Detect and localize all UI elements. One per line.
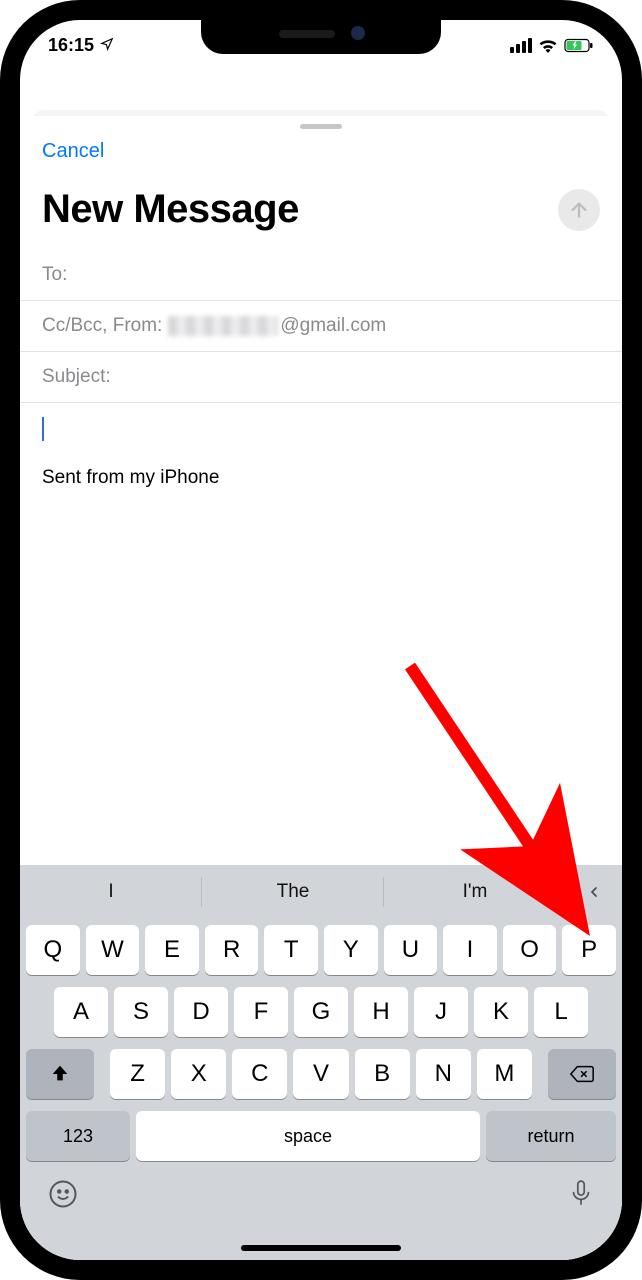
- format-bar-toggle[interactable]: [566, 865, 622, 919]
- shift-key[interactable]: [26, 1049, 94, 1099]
- key-f[interactable]: F: [234, 987, 288, 1037]
- key-p[interactable]: P: [562, 925, 616, 975]
- key-j[interactable]: J: [414, 987, 468, 1037]
- emoji-key[interactable]: [48, 1179, 78, 1212]
- key-u[interactable]: U: [384, 925, 438, 975]
- key-w[interactable]: W: [86, 925, 140, 975]
- key-q[interactable]: Q: [26, 925, 80, 975]
- signature-text: Sent from my iPhone: [42, 467, 600, 489]
- key-r[interactable]: R: [205, 925, 259, 975]
- status-time: 16:15: [48, 35, 94, 56]
- key-a[interactable]: A: [54, 987, 108, 1037]
- text-cursor: [42, 417, 44, 441]
- suggestion-1[interactable]: I: [20, 865, 202, 919]
- to-label: To:: [42, 264, 67, 286]
- cancel-button[interactable]: Cancel: [42, 140, 104, 163]
- redacted-email-user: [168, 316, 278, 336]
- suggestion-bar: I The I'm: [20, 865, 622, 919]
- from-value: @gmail.com: [168, 315, 386, 337]
- key-o[interactable]: O: [503, 925, 557, 975]
- key-e[interactable]: E: [145, 925, 199, 975]
- suggestion-2[interactable]: The: [202, 865, 384, 919]
- phone-screen: 16:15: [20, 20, 622, 1260]
- dictation-key[interactable]: [568, 1179, 594, 1212]
- key-h[interactable]: H: [354, 987, 408, 1037]
- battery-icon: [564, 38, 594, 53]
- key-b[interactable]: B: [355, 1049, 410, 1099]
- key-x[interactable]: X: [171, 1049, 226, 1099]
- space-key[interactable]: space: [136, 1111, 480, 1161]
- compose-sheet: Cancel New Message To: Cc/Bcc, From: @gm…: [20, 116, 622, 1260]
- subject-label: Subject:: [42, 366, 111, 388]
- key-l[interactable]: L: [534, 987, 588, 1037]
- phone-notch: [201, 20, 441, 54]
- subject-field[interactable]: Subject:: [20, 352, 622, 403]
- message-body[interactable]: Sent from my iPhone: [20, 403, 622, 503]
- key-s[interactable]: S: [114, 987, 168, 1037]
- key-m[interactable]: M: [477, 1049, 532, 1099]
- suggestion-3[interactable]: I'm: [384, 865, 566, 919]
- backspace-key[interactable]: [548, 1049, 616, 1099]
- key-i[interactable]: I: [443, 925, 497, 975]
- key-z[interactable]: Z: [110, 1049, 165, 1099]
- send-button[interactable]: [558, 189, 600, 231]
- page-title: New Message: [42, 187, 299, 232]
- location-icon: [100, 35, 114, 56]
- wifi-icon: [538, 38, 558, 53]
- key-t[interactable]: T: [264, 925, 318, 975]
- return-key[interactable]: return: [486, 1111, 616, 1161]
- key-y[interactable]: Y: [324, 925, 378, 975]
- key-c[interactable]: C: [232, 1049, 287, 1099]
- home-indicator[interactable]: [241, 1245, 401, 1251]
- to-field[interactable]: To:: [20, 250, 622, 301]
- cellular-signal-icon: [510, 38, 532, 53]
- key-v[interactable]: V: [293, 1049, 348, 1099]
- numbers-key[interactable]: 123: [26, 1111, 130, 1161]
- keyboard: I The I'm Q W E R T: [20, 865, 622, 1260]
- phone-frame: 16:15: [0, 0, 642, 1280]
- key-k[interactable]: K: [474, 987, 528, 1037]
- key-n[interactable]: N: [416, 1049, 471, 1099]
- key-d[interactable]: D: [174, 987, 228, 1037]
- ccbcc-from-field[interactable]: Cc/Bcc, From: @gmail.com: [20, 301, 622, 352]
- key-g[interactable]: G: [294, 987, 348, 1037]
- ccbcc-label: Cc/Bcc, From:: [42, 315, 162, 337]
